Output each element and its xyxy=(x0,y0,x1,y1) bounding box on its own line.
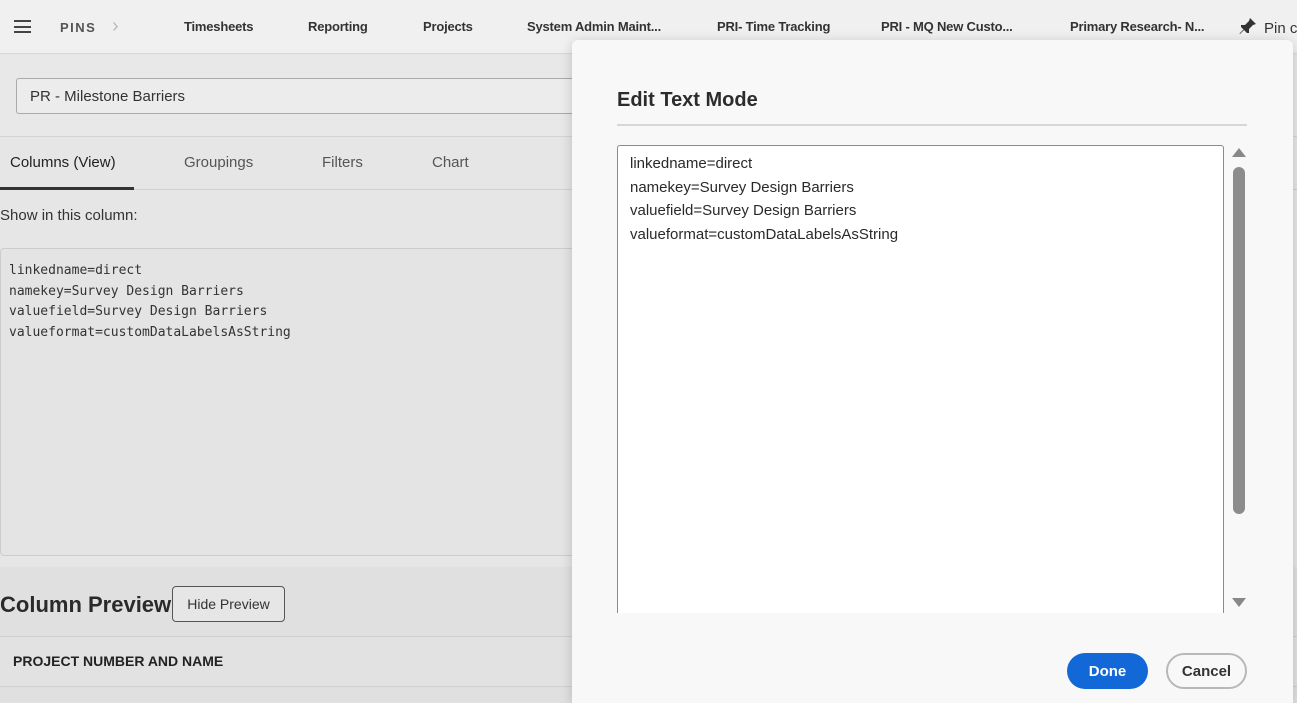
code-line: valueformat=customDataLabelsAsString xyxy=(9,324,291,340)
column-preview-title: Column Preview xyxy=(0,592,172,617)
cancel-button[interactable]: Cancel xyxy=(1166,653,1247,689)
report-name-input[interactable] xyxy=(16,78,616,114)
tab-groupings[interactable]: Groupings xyxy=(184,154,253,171)
pin-system-admin[interactable]: System Admin Maint... xyxy=(527,19,661,34)
pin-current-label: Pin c xyxy=(1264,20,1297,37)
text-mode-editor[interactable]: linkedname=direct namekey=Survey Design … xyxy=(617,145,1224,613)
dialog-divider xyxy=(617,124,1247,126)
column-definition-box[interactable]: linkedname=direct namekey=Survey Design … xyxy=(0,248,600,556)
pin-mq-new-customer[interactable]: PRI - MQ New Custo... xyxy=(881,19,1013,34)
hide-preview-button[interactable]: Hide Preview xyxy=(172,586,285,622)
edit-text-mode-dialog: Edit Text Mode linkedname=direct namekey… xyxy=(572,40,1293,703)
column-header-project[interactable]: PROJECT NUMBER AND NAME xyxy=(13,653,223,669)
code-line: namekey=Survey Design Barriers xyxy=(9,283,244,299)
editor-line: linkedname=direct xyxy=(630,155,753,172)
scrollbar-thumb[interactable] xyxy=(1233,167,1245,514)
code-line: linkedname=direct xyxy=(9,263,143,278)
pin-time-tracking[interactable]: PRI- Time Tracking xyxy=(717,19,830,34)
pin-projects[interactable]: Projects xyxy=(423,19,473,34)
code-line: valuefield=Survey Design Barriers xyxy=(9,304,268,319)
editor-line: valueformat=customDataLabelsAsString xyxy=(630,226,899,244)
scroll-up-arrow-icon[interactable] xyxy=(1232,148,1246,157)
pins-label: PINS xyxy=(60,20,97,35)
active-tab-indicator xyxy=(0,187,134,190)
tab-chart[interactable]: Chart xyxy=(432,154,469,171)
pin-current-button[interactable]: Pin c xyxy=(1238,16,1297,37)
editor-scrollbar[interactable] xyxy=(1230,145,1248,613)
done-button[interactable]: Done xyxy=(1067,653,1148,689)
pin-reporting[interactable]: Reporting xyxy=(308,19,368,34)
chevron-right-icon: › xyxy=(112,15,119,37)
pushpin-icon xyxy=(1239,18,1256,34)
pin-timesheets[interactable]: Timesheets xyxy=(184,19,254,34)
pin-primary-research[interactable]: Primary Research- N... xyxy=(1070,19,1205,34)
scroll-down-arrow-icon[interactable] xyxy=(1232,598,1246,607)
hamburger-menu-icon[interactable] xyxy=(14,20,31,33)
editor-line: valuefield=Survey Design Barriers xyxy=(630,202,857,220)
show-in-column-label: Show in this column: xyxy=(0,207,138,224)
dialog-title: Edit Text Mode xyxy=(617,89,758,111)
editor-line: namekey=Survey Design Barriers xyxy=(630,178,854,196)
tab-filters[interactable]: Filters xyxy=(322,154,363,171)
tab-columns-view[interactable]: Columns (View) xyxy=(10,154,116,171)
